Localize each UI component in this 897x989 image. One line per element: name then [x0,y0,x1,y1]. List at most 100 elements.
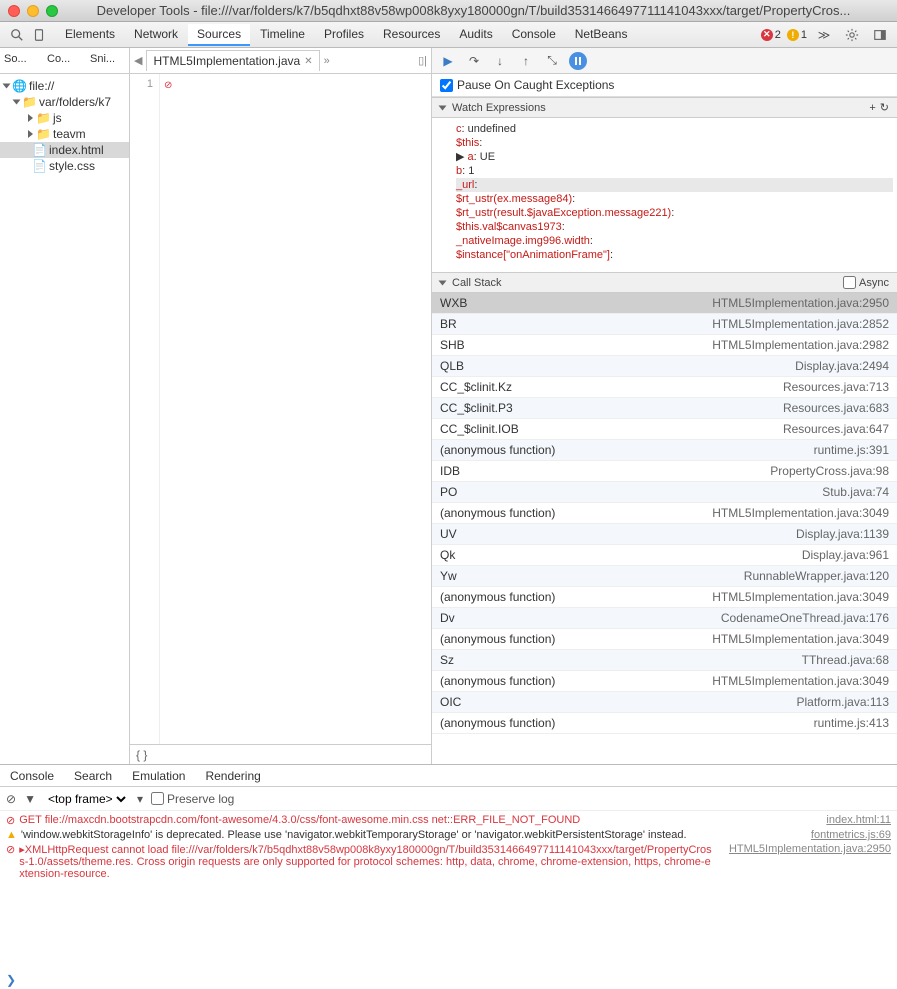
stack-frame[interactable]: IDBPropertyCross.java:98 [432,461,897,482]
tree-root[interactable]: 🌐file:// [0,78,129,94]
panel-tab-sources[interactable]: Sources [188,24,250,46]
panel-tab-profiles[interactable]: Profiles [315,24,373,46]
sources-navigator: So...Co...Sni... 🌐file:// 📁var/folders/k… [0,48,130,764]
stack-frame[interactable]: CC_$clinit.P3Resources.java:683 [432,398,897,419]
watch-expression[interactable]: _url: [456,178,893,192]
message-source-link[interactable]: index.html:11 [826,814,891,826]
panel-tab-network[interactable]: Network [125,24,187,46]
watch-expression[interactable]: $rt_ustr(result.$javaException.message22… [456,206,893,220]
watch-expression[interactable]: $rt_ustr(ex.message84): [456,192,893,206]
stack-frame[interactable]: WXBHTML5Implementation.java:2950 [432,293,897,314]
search-icon[interactable] [6,25,28,45]
warning-count[interactable]: !1 [787,29,807,41]
navigator-tab[interactable]: Co... [43,48,86,73]
async-checkbox[interactable] [843,276,856,289]
watch-expression[interactable]: $this.val$canvas1973: [456,220,893,234]
navigator-tab[interactable]: So... [0,48,43,73]
console-prompt[interactable]: ❯ [0,971,897,989]
callstack-body: WXBHTML5Implementation.java:2950BRHTML5I… [432,293,897,764]
stack-frame[interactable]: CC_$clinit.IOBResources.java:647 [432,419,897,440]
tree-folder[interactable]: 📁var/folders/k7 [0,94,129,110]
close-tab-icon[interactable]: ✕ [304,56,312,67]
drawer-tab-search[interactable]: Search [64,766,122,786]
panel-tab-resources[interactable]: Resources [374,24,449,46]
watch-expression[interactable]: $instance["onAnimationFrame"]: [456,248,893,262]
stack-frame[interactable]: DvCodenameOneThread.java:176 [432,608,897,629]
console-message[interactable]: ▲'window.webkitStorageInfo' is deprecate… [0,828,897,842]
pause-on-caught-checkbox[interactable] [440,79,453,92]
drawer-tab-console[interactable]: Console [0,766,64,786]
console-message[interactable]: ⊘▸XMLHttpRequest cannot load file:///var… [0,842,897,881]
callstack-header[interactable]: Call Stack Async [432,272,897,293]
watch-expression[interactable]: ▶ a: UE [456,150,893,164]
navigator-tabs: So...Co...Sni... [0,48,129,74]
tree-folder[interactable]: 📁js [0,110,129,126]
preserve-log-checkbox[interactable] [151,792,164,805]
stack-frame[interactable]: (anonymous function)HTML5Implementation.… [432,671,897,692]
stack-frame[interactable]: QLBDisplay.java:2494 [432,356,897,377]
stack-frame[interactable]: BRHTML5Implementation.java:2852 [432,314,897,335]
error-count[interactable]: ✕2 [761,29,781,41]
braces-icon[interactable]: { } [136,748,147,762]
navigator-tab[interactable]: Sni... [86,48,129,73]
tree-file[interactable]: 📄style.css [0,158,129,174]
editor-tabs: ◀ HTML5Implementation.java ✕ » ▯| [130,48,431,74]
watch-header[interactable]: Watch Expressions + ↻ [432,97,897,118]
device-mode-icon[interactable] [28,25,50,45]
watch-expression[interactable]: b: 1 [456,164,893,178]
stack-frame[interactable]: CC_$clinit.KzResources.java:713 [432,377,897,398]
drawer-tab-emulation[interactable]: Emulation [122,766,195,786]
stack-frame[interactable]: YwRunnableWrapper.java:120 [432,566,897,587]
pause-on-caught-row[interactable]: Pause On Caught Exceptions [432,74,897,97]
zoom-window-button[interactable] [46,5,58,17]
watch-expression[interactable]: _nativeImage.img996.width: [456,234,893,248]
message-source-link[interactable]: HTML5Implementation.java:2950 [729,843,891,855]
stack-frame[interactable]: OICPlatform.java:113 [432,692,897,713]
step-out-icon[interactable]: ↑ [516,51,536,71]
stack-frame[interactable]: QkDisplay.java:961 [432,545,897,566]
stack-frame[interactable]: (anonymous function)runtime.js:391 [432,440,897,461]
panel-tab-netbeans[interactable]: NetBeans [566,24,637,46]
panel-tab-timeline[interactable]: Timeline [251,24,314,46]
refresh-icon[interactable]: ↻ [880,101,889,114]
debugger-controls: ▶ ↷ ↓ ↑ ⤡ [432,48,897,74]
deactivate-breakpoints-icon[interactable]: ⤡ [542,51,562,71]
drawer-tab-rendering[interactable]: Rendering [195,766,270,786]
message-source-link[interactable]: fontmetrics.js:69 [811,829,891,841]
tree-folder[interactable]: 📁teavm [0,126,129,142]
editor-tab[interactable]: HTML5Implementation.java ✕ [146,50,319,71]
drawer-toggle-icon[interactable]: ≫ [813,25,835,45]
stack-frame[interactable]: (anonymous function)HTML5Implementation.… [432,587,897,608]
stack-frame[interactable]: (anonymous function)HTML5Implementation.… [432,629,897,650]
history-back-icon[interactable]: ◀ [134,54,142,67]
stack-frame[interactable]: UVDisplay.java:1139 [432,524,897,545]
sidebar-toggle-icon[interactable]: ▯| [418,54,427,67]
more-tabs-icon[interactable]: » [324,55,330,67]
dock-side-icon[interactable] [869,25,891,45]
stack-frame[interactable]: (anonymous function)HTML5Implementation.… [432,503,897,524]
settings-icon[interactable] [841,25,863,45]
step-over-icon[interactable]: ↷ [464,51,484,71]
stack-frame[interactable]: (anonymous function)runtime.js:413 [432,713,897,734]
pause-on-exceptions-icon[interactable] [568,51,588,71]
minimize-window-button[interactable] [27,5,39,17]
resume-icon[interactable]: ▶ [438,51,458,71]
code-editor[interactable]: 1 ⊘ [130,74,431,744]
console-message[interactable]: ⊘GET file://maxcdn.bootstrapcdn.com/font… [0,813,897,828]
panel-tab-audits[interactable]: Audits [450,24,501,46]
stack-frame[interactable]: POStub.java:74 [432,482,897,503]
watch-expression[interactable]: c: undefined [456,122,893,136]
stack-frame[interactable]: SHBHTML5Implementation.java:2982 [432,335,897,356]
close-window-button[interactable] [8,5,20,17]
watch-expression[interactable]: $this: [456,136,893,150]
panel-tab-elements[interactable]: Elements [56,24,124,46]
panel-tab-console[interactable]: Console [503,24,565,46]
stack-frame[interactable]: SzTThread.java:68 [432,650,897,671]
file-tree: 🌐file:// 📁var/folders/k7 📁js 📁teavm 📄ind… [0,74,129,764]
step-into-icon[interactable]: ↓ [490,51,510,71]
add-watch-icon[interactable]: + [869,102,875,114]
filter-icon[interactable]: ▼ [24,792,36,806]
clear-console-icon[interactable]: ⊘ [6,792,16,806]
frame-selector[interactable]: <top frame> [44,791,129,807]
tree-file[interactable]: 📄index.html [0,142,129,158]
